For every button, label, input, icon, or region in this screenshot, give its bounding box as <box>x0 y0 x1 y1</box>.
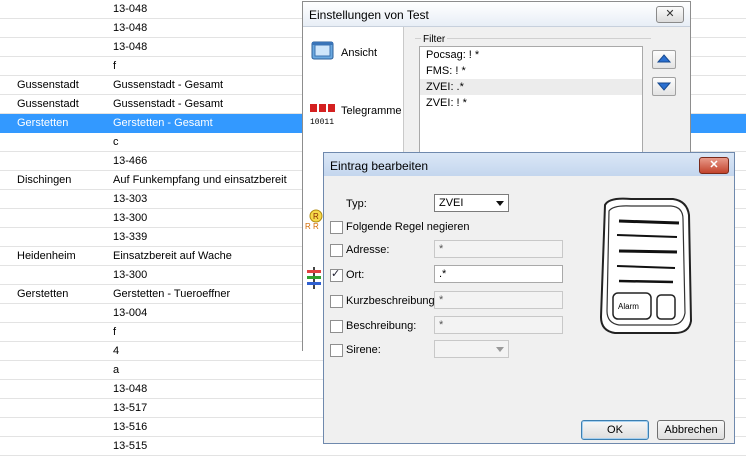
pager-illustration <box>599 197 693 334</box>
field-input[interactable]: .* <box>434 265 563 283</box>
filter-list-item[interactable]: ZVEI: .* <box>420 79 642 95</box>
description-cell: 13-048 <box>113 41 148 53</box>
cancel-button[interactable]: Abbrechen <box>657 420 725 440</box>
description-cell: 13-515 <box>113 440 148 452</box>
ok-button[interactable]: OK <box>581 420 649 440</box>
field-checkbox[interactable] <box>330 244 343 257</box>
description-cell: 13-303 <box>113 193 148 205</box>
description-cell: Auf Funkempfang und einsatzbereit <box>113 174 287 186</box>
edit-entry-dialog: Eintrag bearbeiten ✕ Typ: ZVEI Folgende … <box>323 152 735 444</box>
description-cell: 13-004 <box>113 307 148 319</box>
description-cell: a <box>113 364 120 376</box>
typ-value: ZVEI <box>439 197 464 209</box>
description-cell: Einsatzbereit auf Wache <box>113 250 232 262</box>
settings-title: Einstellungen von Test <box>309 8 429 22</box>
field-label: Adresse: <box>346 244 390 256</box>
location-cell: Gussenstadt <box>17 98 79 110</box>
nav-label-telegramme: Telegramme <box>341 105 402 117</box>
sirene-label: Sirene: <box>346 344 381 356</box>
svg-text:R R: R R <box>305 222 319 231</box>
location-cell: Gerstetten <box>17 117 69 129</box>
field-input[interactable]: * <box>434 316 563 334</box>
nav-item-telegramme[interactable]: 10011 Telegramme <box>309 93 402 133</box>
field-input[interactable]: * <box>434 240 563 258</box>
description-cell: 13-516 <box>113 421 148 433</box>
filter-list[interactable]: Pocsag: ! * FMS: ! * ZVEI: .* ZVEI: ! * <box>419 46 643 163</box>
description-cell: 13-048 <box>113 22 148 34</box>
field-checkbox[interactable] <box>330 267 343 282</box>
location-cell: Gerstetten <box>17 288 69 300</box>
sirene-checkbox[interactable] <box>330 344 343 357</box>
field-label: Kurzbeschreibung: <box>346 295 438 307</box>
description-cell: 13-048 <box>113 3 148 15</box>
dialog-close-button[interactable]: ✕ <box>699 157 729 174</box>
description-cell: 13-517 <box>113 402 148 414</box>
move-down-button[interactable] <box>652 77 676 96</box>
dialog-titlebar[interactable]: Eintrag bearbeiten ✕ <box>324 153 734 176</box>
arrow-up-icon <box>656 54 672 63</box>
move-up-button[interactable] <box>652 50 676 69</box>
description-cell: 13-466 <box>113 155 148 167</box>
negate-label: Folgende Regel negieren <box>346 221 470 233</box>
field-checkbox[interactable] <box>330 320 343 333</box>
description-cell: 13-339 <box>113 231 148 243</box>
telegram-icon: 10011 <box>310 104 335 127</box>
nav-item-ansicht[interactable]: Ansicht <box>309 35 401 75</box>
chevron-down-icon <box>496 201 504 206</box>
location-cell: Heidenheim <box>17 250 76 262</box>
alarm-rules-icon: R R R <box>305 209 323 231</box>
settings-titlebar[interactable]: Einstellungen von Test ✕ <box>303 2 690 27</box>
pager-button-label: Alarm <box>618 302 639 311</box>
description-cell: Gussenstadt - Gesamt <box>113 98 224 110</box>
description-cell: f <box>113 326 117 338</box>
typ-label: Typ: <box>346 198 367 210</box>
description-cell: 13-300 <box>113 269 148 281</box>
nav-label-ansicht: Ansicht <box>341 47 378 59</box>
location-cell: Dischingen <box>17 174 72 186</box>
description-cell: Gerstetten - Gesamt <box>113 117 213 129</box>
svg-text:10011: 10011 <box>310 118 334 127</box>
description-cell: f <box>113 60 117 72</box>
description-cell: Gussenstadt - Gesamt <box>113 79 224 91</box>
filter-label: Filter <box>421 34 448 45</box>
field-label: Beschreibung: <box>346 320 417 332</box>
location-cell: Gussenstadt <box>17 79 79 91</box>
view-window-icon <box>311 41 334 60</box>
description-cell: Gerstetten - Tueroeffner <box>113 288 231 300</box>
dialog-title: Eintrag bearbeiten <box>330 159 429 173</box>
svg-text:R: R <box>313 212 319 221</box>
filter-list-item[interactable]: Pocsag: ! * <box>420 47 642 63</box>
description-cell: 4 <box>113 345 120 357</box>
field-input[interactable]: * <box>434 291 563 309</box>
sirene-select[interactable] <box>434 340 509 358</box>
filter-list-item[interactable]: FMS: ! * <box>420 63 642 79</box>
arrow-down-icon <box>656 82 672 91</box>
negate-checkbox[interactable] <box>330 221 343 234</box>
description-cell: 13-048 <box>113 383 148 395</box>
description-cell: 13-300 <box>113 212 148 224</box>
chevron-down-icon <box>496 347 504 352</box>
description-cell: c <box>113 136 119 148</box>
field-checkbox[interactable] <box>330 295 343 308</box>
filter-list-item[interactable]: ZVEI: ! * <box>420 95 642 111</box>
field-label: Ort: <box>346 269 365 281</box>
settings-close-button[interactable]: ✕ <box>656 6 684 23</box>
typ-select[interactable]: ZVEI <box>434 194 509 212</box>
